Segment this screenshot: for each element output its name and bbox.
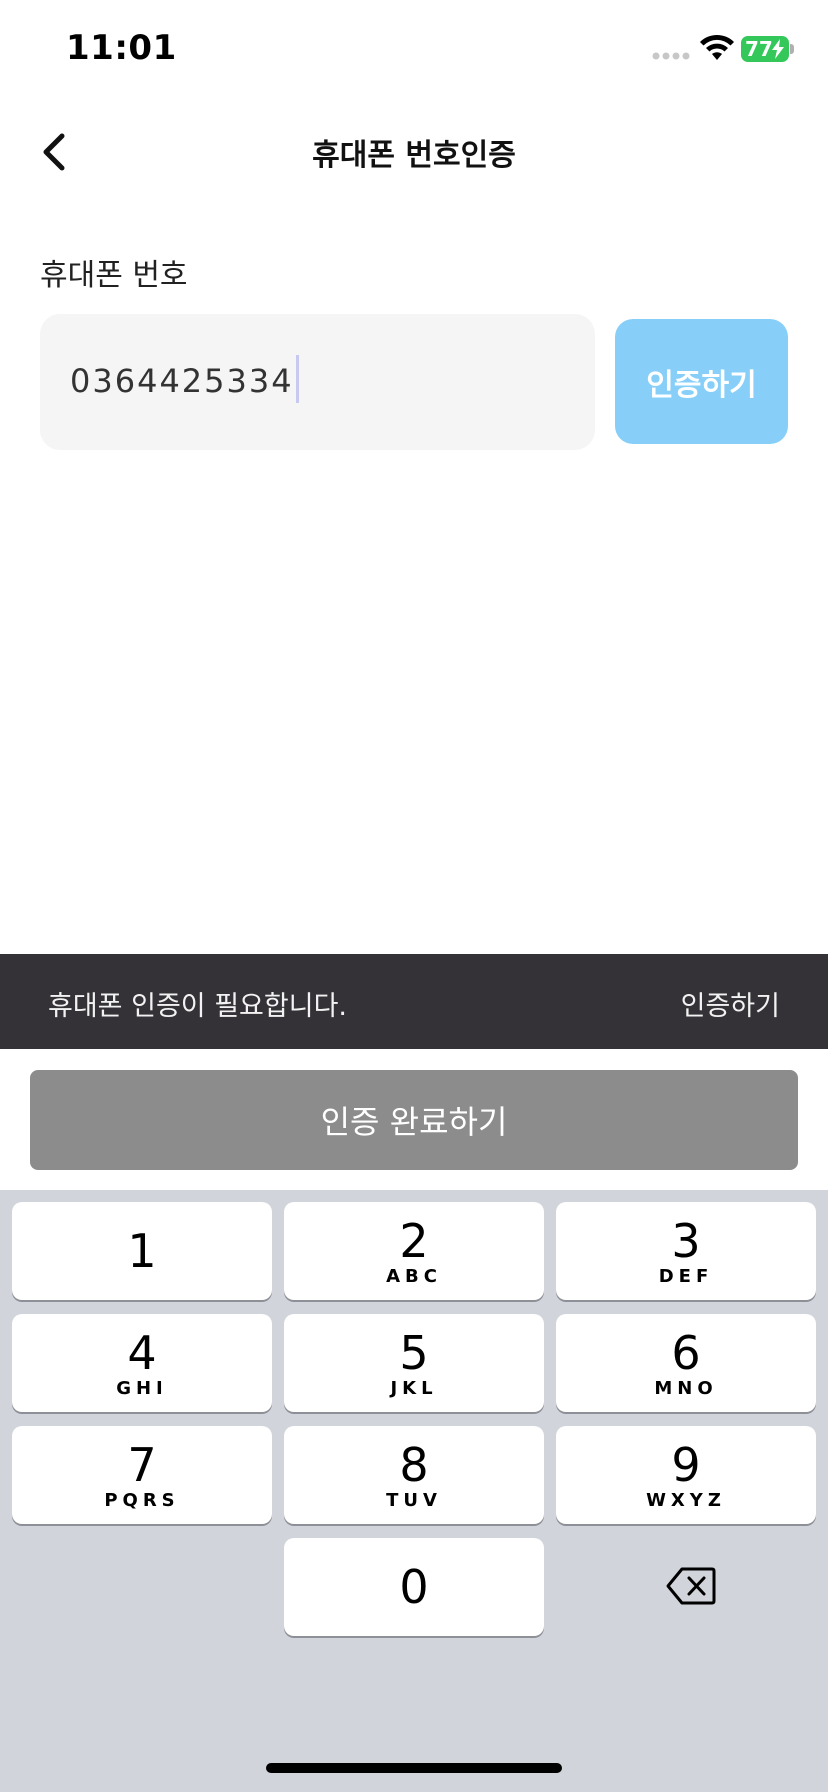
status-time: 11:01 [66,28,177,68]
key-digit: 4 [127,1326,157,1380]
cellular-signal-icon [652,52,690,60]
key-digit: 7 [127,1438,157,1492]
key-2[interactable]: 2 ABC [284,1202,544,1300]
key-3[interactable]: 3 DEF [556,1202,816,1300]
home-indicator [266,1763,562,1773]
key-digit: 5 [399,1326,429,1380]
key-digit: 8 [399,1438,429,1492]
key-digit: 2 [399,1214,429,1268]
page-title: 휴대폰 번호인증 [312,138,516,173]
complete-verification-button[interactable]: 인증 완료하기 [30,1070,798,1170]
key-letters: GHI [116,1378,168,1399]
key-letters: WXYZ [646,1490,726,1511]
key-1[interactable]: 1 [12,1202,272,1300]
phone-number-label: 휴대폰 번호 [40,258,188,293]
key-digit: 0 [399,1560,429,1614]
phone-number-value: 0364425334 [70,355,299,403]
key-digit: 3 [671,1214,701,1268]
snackbar: 휴대폰 인증이 필요합니다. 인증하기 [0,954,828,1049]
battery-level: 77 [745,37,773,61]
key-4[interactable]: 4 GHI [12,1314,272,1412]
key-digit: 9 [671,1438,701,1492]
key-8[interactable]: 8 TUV [284,1426,544,1524]
phone-number-text: 0364425334 [70,362,294,400]
phone-number-input[interactable]: 0364425334 [40,314,595,450]
key-9[interactable]: 9 WXYZ [556,1426,816,1524]
key-letters: JKL [390,1378,438,1399]
navigation-header: 휴대폰 번호인증 [0,110,828,190]
key-6[interactable]: 6 MNO [556,1314,816,1412]
text-cursor [295,355,299,403]
key-letters: ABC [386,1266,442,1287]
backspace-icon [666,1567,716,1605]
snackbar-message: 휴대폰 인증이 필요합니다. [48,991,347,1022]
key-digit: 6 [671,1326,701,1380]
delete-key[interactable] [556,1538,816,1636]
key-letters: MNO [654,1378,718,1399]
battery-icon: 77 [741,36,795,62]
wifi-icon [700,34,734,60]
verify-button[interactable]: 인증하기 [615,319,788,444]
key-5[interactable]: 5 JKL [284,1314,544,1412]
snackbar-action-button[interactable]: 인증하기 [681,984,780,1023]
charging-bolt-icon [772,39,784,59]
battery-tip [790,44,794,54]
phone-verification-screen: 11:01 77 휴대폰 번호인증 휴대폰 번호 0364425334 인증하기… [0,0,828,1792]
key-letters: PQRS [104,1490,180,1511]
key-digit: 1 [127,1224,157,1278]
key-7[interactable]: 7 PQRS [12,1426,272,1524]
key-letters: DEF [658,1266,714,1287]
complete-button-area: 인증 완료하기 [0,1049,828,1190]
key-letters: TUV [386,1490,442,1511]
key-0[interactable]: 0 [284,1538,544,1636]
status-bar: 11:01 77 [0,0,828,100]
